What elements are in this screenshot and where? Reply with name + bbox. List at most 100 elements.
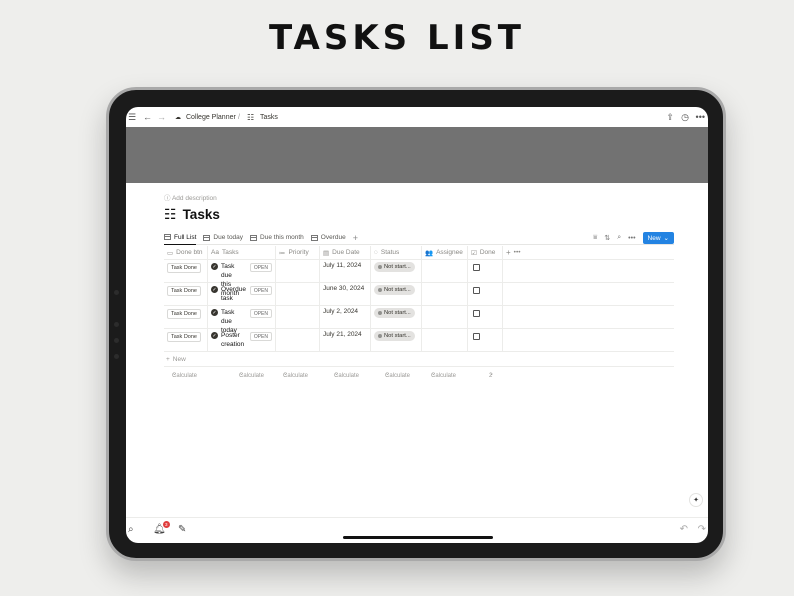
task-title[interactable]: ✓ Overdue task OPEN — [211, 285, 272, 303]
more-icon[interactable]: ••• — [514, 249, 521, 256]
header-priority[interactable]: ≔ Priority — [276, 246, 320, 259]
assignee-cell[interactable] — [422, 260, 468, 282]
assignee-cell[interactable] — [422, 283, 468, 305]
home-indicator[interactable] — [343, 536, 493, 539]
task-done-button[interactable]: Task Done — [167, 332, 201, 342]
calculate-priority[interactable]: Calculate ⌄ — [283, 370, 308, 379]
tab-overdue[interactable]: Overdue — [310, 231, 346, 245]
checklist-icon: ☷ — [247, 112, 255, 122]
filter-icon[interactable]: ⩸ — [593, 234, 597, 242]
share-icon[interactable]: ⇪ — [666, 112, 674, 123]
priority-cell[interactable] — [276, 329, 320, 351]
compose-icon[interactable]: ✎ — [178, 524, 186, 535]
button-icon: ▭ — [167, 249, 174, 257]
calculate-done-btn[interactable]: Calculate ⌄ — [172, 370, 197, 379]
calculate-tasks[interactable]: Calculate ⌄ — [239, 370, 264, 379]
info-icon: ⓘ — [164, 195, 171, 202]
task-done-button[interactable]: Task Done — [167, 286, 201, 296]
clock-icon[interactable]: ◷ — [681, 112, 689, 123]
due-date[interactable]: July 11, 2024 — [323, 262, 361, 280]
more-icon[interactable]: ••• — [696, 112, 705, 122]
task-title[interactable]: ✓ Task due this month OPEN — [211, 262, 272, 297]
calculate-status[interactable]: Calculate ⌄ — [385, 370, 410, 379]
text-icon: Aa — [211, 249, 219, 256]
side-button — [114, 338, 119, 343]
breadcrumb-page[interactable]: Tasks — [260, 114, 278, 121]
add-row-button[interactable]: + New — [164, 352, 674, 366]
header-status[interactable]: ◌ Status — [371, 246, 422, 259]
add-property-icon[interactable]: + — [506, 248, 511, 257]
status-dot-icon — [378, 265, 382, 269]
done-checkbox[interactable] — [473, 264, 480, 271]
checkbox-icon: ☑ — [471, 249, 477, 257]
status-badge[interactable]: Not start... — [374, 262, 415, 272]
add-description-button[interactable]: ⓘ Add description — [164, 192, 217, 202]
search-icon[interactable]: ⌕ — [128, 524, 134, 535]
task-title[interactable]: ✓ Task due today OPEN — [211, 308, 272, 334]
priority-cell[interactable] — [276, 283, 320, 305]
header-actions: + ••• — [503, 246, 533, 259]
header-done[interactable]: ☑ Done — [468, 246, 503, 259]
open-page-button[interactable]: OPEN — [249, 263, 272, 272]
table-row[interactable]: Task Done ✓ Poster creation OPEN July 21,… — [164, 329, 674, 352]
chevron-down-icon[interactable]: ⌄ — [664, 234, 669, 242]
task-done-button[interactable]: Task Done — [167, 263, 201, 273]
add-view-icon[interactable]: + — [353, 233, 358, 243]
tab-full-list[interactable]: Full List — [164, 231, 197, 245]
open-page-button[interactable]: OPEN — [249, 332, 272, 341]
due-date[interactable]: July 2, 2024 — [323, 308, 358, 326]
table-icon — [164, 234, 171, 240]
open-page-button[interactable]: OPEN — [249, 309, 272, 318]
status-badge[interactable]: Not start... — [374, 331, 415, 341]
calculate-due-date[interactable]: Calculate ⌄ — [334, 370, 359, 379]
done-checkbox[interactable] — [473, 287, 480, 294]
search-icon[interactable]: ⌕ — [617, 234, 621, 242]
task-title[interactable]: ✓ Poster creation OPEN — [211, 331, 272, 349]
due-date[interactable]: July 21, 2024 — [323, 331, 362, 349]
status-badge[interactable]: Not start... — [374, 308, 415, 318]
table-icon — [203, 234, 211, 241]
open-page-button[interactable]: OPEN — [249, 286, 272, 295]
breadcrumb-workspace[interactable]: College Planner — [186, 114, 236, 121]
view-tabs: Full List Due today Due this month Overd… — [164, 231, 674, 245]
calculate-done[interactable]: 2 ⌄ — [489, 370, 494, 379]
header-assignee[interactable]: 👥 Assignee — [422, 246, 468, 259]
check-circle-icon: ✓ — [211, 286, 218, 293]
sort-icon[interactable]: ⇅ — [604, 234, 610, 242]
table-row[interactable]: Task Done ✓ Task due today OPEN July 2, 2… — [164, 306, 674, 334]
calculate-assignee[interactable]: Calculate ⌄ — [431, 370, 456, 379]
priority-cell[interactable] — [276, 306, 320, 328]
done-checkbox[interactable] — [473, 310, 480, 317]
menu-icon[interactable]: ☰ — [128, 112, 136, 123]
more-icon[interactable]: ••• — [628, 235, 635, 242]
table-row[interactable]: Task Done ✓ Overdue task OPEN June 30, 20… — [164, 283, 674, 306]
forward-arrow-icon[interactable]: → — [157, 112, 166, 122]
page-cover[interactable] — [126, 127, 708, 183]
header-done-btn[interactable]: ▭ Done btn — [164, 246, 208, 259]
header-tasks[interactable]: Aa Tasks — [208, 246, 276, 259]
priority-cell[interactable] — [276, 260, 320, 282]
check-circle-icon: ✓ — [211, 332, 218, 339]
back-arrow-icon[interactable]: ← — [143, 112, 152, 122]
side-button — [114, 354, 119, 359]
header-due-date[interactable]: ▤ Due Date — [320, 246, 371, 259]
status-icon: ◌ — [374, 249, 378, 256]
table-row[interactable]: Task Done ✓ Task due this month OPEN July… — [164, 260, 674, 297]
check-circle-icon: ✓ — [211, 263, 218, 270]
new-button[interactable]: New ⌄ — [642, 232, 674, 244]
tab-due-this-month[interactable]: Due this month — [250, 231, 304, 245]
due-date[interactable]: June 30, 2024 — [323, 285, 364, 303]
notification-badge: 3 — [162, 521, 170, 528]
task-done-button[interactable]: Task Done — [167, 309, 201, 319]
tab-due-today[interactable]: Due today — [203, 231, 243, 245]
undo-icon[interactable]: ↶ — [680, 524, 688, 535]
table-header: ▭ Done btn Aa Tasks ≔ Priority ▤ Due Date ◌ S… — [164, 246, 674, 260]
redo-icon[interactable]: ↷ — [698, 524, 706, 535]
assignee-cell[interactable] — [422, 329, 468, 351]
bell-icon[interactable]: 🔔︎ 3 — [153, 521, 170, 535]
top-bar: ☰ ← → ☁ College Planner / ☷ Tasks ⇪ ◷ ••… — [126, 107, 708, 127]
assignee-cell[interactable] — [422, 306, 468, 328]
ai-sparkle-button[interactable]: ✦ — [689, 493, 703, 507]
done-checkbox[interactable] — [473, 333, 480, 340]
status-badge[interactable]: Not start... — [374, 285, 415, 295]
